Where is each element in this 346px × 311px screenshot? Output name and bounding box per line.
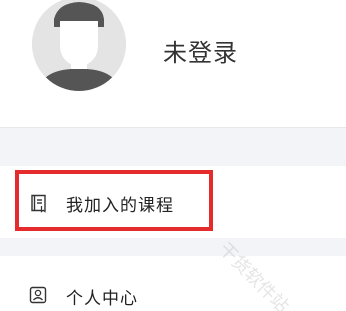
profile-screen: 未登录 我加入的课程 个人中心 干货软件站 — [0, 0, 346, 311]
profile-header[interactable]: 未登录 — [0, 0, 346, 100]
default-user-avatar-icon — [32, 0, 126, 91]
menu-item-my-courses[interactable]: 我加入的课程 — [0, 166, 346, 238]
section-gap — [0, 238, 346, 256]
person-card-icon — [29, 286, 47, 304]
menu-item-label: 我加入的课程 — [66, 196, 174, 216]
section-gap — [0, 128, 346, 166]
avatar[interactable] — [32, 0, 126, 91]
login-status-text[interactable]: 未登录 — [163, 33, 238, 68]
course-book-icon — [31, 194, 46, 213]
menu-item-personal-center[interactable]: 个人中心 — [0, 256, 346, 311]
menu-item-label: 个人中心 — [66, 289, 138, 309]
